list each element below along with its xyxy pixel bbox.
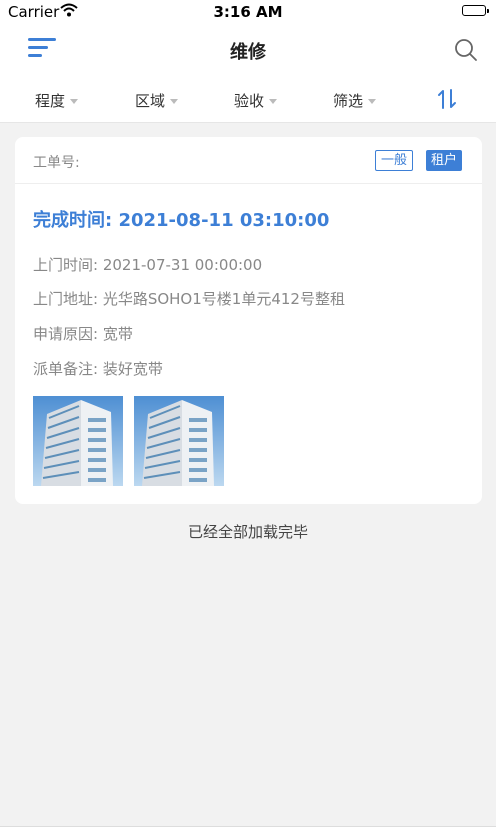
search-icon[interactable] [454, 38, 478, 62]
dropdown-arrow-icon [269, 99, 278, 104]
order-number-label: 工单号: [33, 155, 80, 171]
level-tag: 一般 [375, 150, 414, 171]
work-order-card[interactable]: 工单号: 一般 租户 完成时间: 2021-08-11 03:10:00 上门时… [15, 137, 482, 504]
filter-area[interactable]: 区域 [135, 90, 179, 111]
filter-area-label: 区域 [135, 92, 166, 110]
card-header: 工单号: 一般 租户 [15, 137, 482, 184]
page-title: 维修 [230, 42, 266, 63]
navigation-bar: 维修 [0, 24, 496, 76]
dropdown-arrow-icon [368, 99, 377, 104]
dropdown-arrow-icon [70, 99, 79, 104]
battery-icon [462, 5, 489, 16]
filter-acceptance[interactable]: 验收 [234, 90, 278, 111]
visit-time: 上门时间: 2021-07-31 00:00:00 [33, 256, 263, 274]
filter-acceptance-label: 验收 [234, 92, 265, 110]
type-tag: 租户 [426, 150, 463, 171]
complete-time: 完成时间: 2021-08-11 03:10:00 [33, 210, 330, 231]
building-photo[interactable] [134, 396, 224, 486]
sort-icon[interactable] [436, 88, 458, 110]
filter-screen-label: 筛选 [333, 92, 364, 110]
filter-bar: 程度 区域 验收 筛选 [0, 76, 496, 123]
filter-severity[interactable]: 程度 [35, 90, 79, 111]
apply-reason: 申请原因: 宽带 [33, 325, 133, 343]
status-bar: Carrier 3:16 AM [0, 0, 496, 24]
filter-screen[interactable]: 筛选 [333, 90, 377, 111]
building-photo[interactable] [33, 396, 123, 486]
load-complete-text: 已经全部加载完毕 [187, 523, 308, 541]
clock-time: 3:16 AM [213, 3, 283, 21]
filter-severity-label: 程度 [35, 92, 66, 110]
dropdown-arrow-icon [170, 99, 179, 104]
dispatch-remark: 派单备注: 装好宽带 [33, 360, 163, 378]
visit-address: 上门地址: 光华路SOHO1号楼1单元412号整租 [33, 290, 345, 308]
